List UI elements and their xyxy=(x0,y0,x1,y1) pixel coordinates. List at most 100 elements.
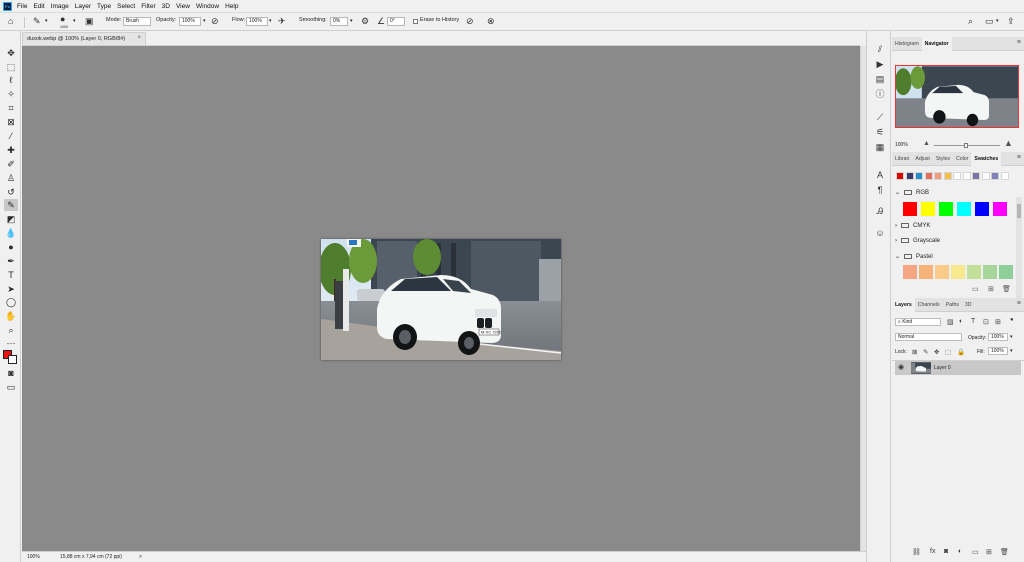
chevron-right-icon[interactable]: › xyxy=(895,223,897,229)
opacity-arrow-icon[interactable]: ▾ xyxy=(203,18,206,24)
blur-tool-icon[interactable]: 💧 xyxy=(4,227,18,239)
color-swatch[interactable] xyxy=(935,265,949,279)
eraser-icon[interactable]: ✎ xyxy=(33,16,41,26)
pen-tool-icon[interactable]: ✒ xyxy=(4,255,18,267)
lock-all-icon[interactable]: 🔒 xyxy=(957,348,965,356)
navigator-preview[interactable] xyxy=(895,65,1019,128)
adjustment-layer-icon[interactable]: ◐ xyxy=(958,548,962,555)
search-icon[interactable]: ⌕ xyxy=(968,16,973,26)
menu-filter[interactable]: Filter xyxy=(141,3,155,10)
new-layer-icon[interactable]: ⊞ xyxy=(986,548,992,556)
menu-help[interactable]: Help xyxy=(225,3,238,10)
gear-icon[interactable]: ⚙ xyxy=(361,16,369,26)
color-swatch[interactable] xyxy=(953,172,961,180)
angle-input[interactable]: 0° xyxy=(387,17,405,26)
eyedropper-tool-icon[interactable]: ⁄ xyxy=(4,130,18,142)
fill-input[interactable]: 100% xyxy=(988,347,1008,355)
mode-select[interactable]: Brush xyxy=(123,17,151,26)
layer-opacity-input[interactable]: 100% xyxy=(988,333,1008,341)
smoothing-input[interactable]: 0% xyxy=(330,17,348,26)
tab-color[interactable]: Color xyxy=(953,152,971,166)
navigator-zoom-handle[interactable] xyxy=(964,143,968,148)
menu-file[interactable]: File xyxy=(17,3,27,10)
hand-tool-icon[interactable]: ✋ xyxy=(4,310,18,322)
color-swatch[interactable] xyxy=(999,265,1013,279)
color-swatch[interactable] xyxy=(962,172,971,180)
actions-play-icon[interactable]: ▶ xyxy=(874,58,886,70)
zoom-level[interactable]: 100% xyxy=(27,554,40,560)
color-swatch[interactable] xyxy=(905,172,914,180)
add-mask-icon[interactable]: ◙ xyxy=(944,548,948,555)
swatch-group-cmyk[interactable]: › CMYK xyxy=(895,221,930,231)
filter-type-icon[interactable]: T xyxy=(971,318,975,325)
menu-select[interactable]: Select xyxy=(117,3,135,10)
panel-menu-icon[interactable]: ≡ xyxy=(1017,154,1021,161)
color-swatch[interactable] xyxy=(921,202,935,216)
adjustments-icon[interactable]: ⚟ xyxy=(874,126,886,138)
color-swatch[interactable] xyxy=(934,172,942,180)
eye-icon[interactable]: ◉ xyxy=(898,361,904,375)
share-icon[interactable]: ⇪ xyxy=(1007,16,1015,26)
brush-tool-icon[interactable]: ✐ xyxy=(4,158,18,170)
brush-picker-arrow-icon[interactable]: ▾ xyxy=(73,18,76,24)
zoom-out-icon[interactable]: ▲ xyxy=(923,140,930,147)
clone-stamp-tool-icon[interactable]: ♙ xyxy=(4,172,18,184)
fill-arrow-icon[interactable]: ▾ xyxy=(1010,348,1013,354)
dodge-tool-icon[interactable]: ● xyxy=(4,241,18,253)
lock-transparent-icon[interactable]: ⊠ xyxy=(912,348,917,356)
menu-layer[interactable]: Layer xyxy=(75,3,91,10)
tab-layers[interactable]: Layers xyxy=(892,297,915,312)
brushes-icon[interactable]: ⟋ xyxy=(874,111,886,123)
document-image[interactable]: M·XC 720C xyxy=(321,239,561,360)
path-selection-tool-icon[interactable]: ➤ xyxy=(4,283,18,295)
tab-3d[interactable]: 3D xyxy=(962,298,975,312)
close-icon[interactable]: × xyxy=(137,35,141,41)
gradient-tool-icon[interactable]: ◩ xyxy=(4,213,18,225)
color-swatch[interactable] xyxy=(903,202,917,216)
new-swatch-icon[interactable]: ⊞ xyxy=(988,285,994,293)
healing-brush-tool-icon[interactable]: ✚ xyxy=(4,144,18,156)
lock-position-icon[interactable]: ✥ xyxy=(934,348,939,356)
tab-channels[interactable]: Channels xyxy=(915,298,943,312)
color-swatch[interactable] xyxy=(943,172,952,180)
screen-mode-icon[interactable]: ▭ xyxy=(4,381,18,393)
zoom-tool-icon[interactable]: ⌕ xyxy=(4,324,18,336)
home-icon[interactable]: ⌂ xyxy=(8,16,13,26)
ellipse-tool-icon[interactable]: ◯ xyxy=(4,296,18,308)
properties-icon[interactable]: ▦ xyxy=(874,141,886,153)
workspace-icon[interactable]: ▭ xyxy=(985,16,994,26)
color-swatch[interactable] xyxy=(981,172,990,180)
panel-menu-icon[interactable]: ≡ xyxy=(1017,300,1021,307)
color-swatch[interactable] xyxy=(903,265,917,279)
color-swatch[interactable] xyxy=(957,202,971,216)
layer-name[interactable]: Layer 0 xyxy=(934,361,951,375)
lock-image-icon[interactable]: ✎ xyxy=(923,348,928,356)
tool-preset-arrow-icon[interactable]: ▾ xyxy=(45,18,48,24)
color-swatch[interactable] xyxy=(993,202,1007,216)
color-swatch[interactable] xyxy=(1000,172,1009,180)
menu-type[interactable]: Type xyxy=(97,3,111,10)
learn-icon[interactable]: ☺ xyxy=(874,227,886,239)
menu-view[interactable]: View xyxy=(176,3,190,10)
opacity-arrow-icon[interactable]: ▾ xyxy=(1010,334,1013,340)
quick-mask-icon[interactable]: ◙ xyxy=(4,367,18,379)
lock-artboard-icon[interactable]: ⬚ xyxy=(945,348,951,356)
flow-input[interactable]: 100% xyxy=(246,17,268,26)
chevron-down-icon[interactable]: ⌄ xyxy=(895,254,900,260)
color-swatch[interactable] xyxy=(967,265,981,279)
swatch-group-rgb[interactable]: ⌄ RGB xyxy=(895,188,929,198)
history-icon[interactable]: ⫽ xyxy=(874,43,886,55)
lasso-tool-icon[interactable]: ℓ xyxy=(4,74,18,86)
history-brush-tool-icon[interactable]: ↺ xyxy=(4,186,18,198)
layer-filter-select[interactable]: ⌕ Kind xyxy=(895,318,941,326)
smoothing-arrow-icon[interactable]: ▾ xyxy=(350,18,353,24)
layer-effects-icon[interactable]: fx xyxy=(930,548,935,555)
navigator-zoom-value[interactable]: 100% xyxy=(895,142,908,148)
chevron-down-icon[interactable]: ⌄ xyxy=(895,190,900,196)
brush-preview-icon[interactable]: ● xyxy=(60,14,65,24)
zoom-in-icon[interactable]: ▲ xyxy=(1004,138,1013,148)
filter-toggle-icon[interactable]: ● xyxy=(1010,317,1014,323)
link-layers-icon[interactable]: ⛓ xyxy=(912,548,921,556)
tab-navigator[interactable]: Navigator xyxy=(921,36,952,51)
layer-comps-icon[interactable]: ▤ xyxy=(874,73,886,85)
